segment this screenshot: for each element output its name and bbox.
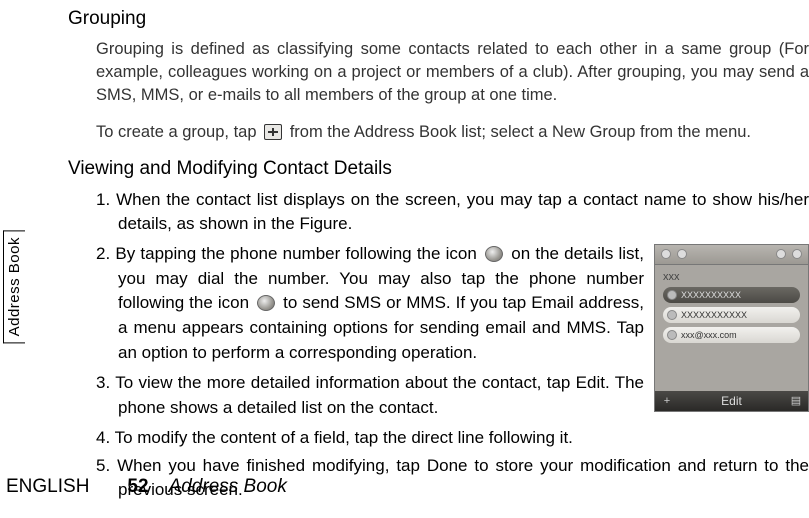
dial-icon — [485, 246, 503, 262]
contact-phone-row-2: XXXXXXXXXXX — [663, 307, 800, 323]
contact-email: xxx@xxx.com — [681, 330, 737, 340]
footer-page-number: 52 — [127, 476, 148, 498]
viewing-item-4: 4. To modify the content of a field, tap… — [96, 426, 809, 450]
add-group-icon — [264, 124, 282, 140]
grouping-para-2-post: from the Address Book list; select a New… — [290, 123, 751, 141]
phone-status-bar — [655, 245, 808, 265]
heading-grouping: Grouping — [68, 8, 809, 30]
contact-name: xxx — [663, 271, 800, 283]
viewing-item-2-and-3: 2. By tapping the phone number following… — [96, 242, 644, 420]
status-dot-icon — [661, 249, 671, 259]
side-tab-address-book: Address Book — [3, 230, 25, 343]
phone-bottom-bar: + Edit ▤ — [655, 391, 808, 411]
viewing-item-2-pre: 2. By tapping the phone number following… — [96, 244, 477, 263]
phone-row-icon — [667, 290, 677, 300]
footer-language: ENGLISH — [6, 476, 89, 498]
contact-phone-row-1: XXXXXXXXXX — [663, 287, 800, 303]
heading-viewing: Viewing and Modifying Contact Details — [68, 158, 809, 180]
status-dot-icon — [776, 249, 786, 259]
page-footer: ENGLISH 52 Address Book — [0, 466, 809, 508]
email-row-icon — [667, 330, 677, 340]
phone-add-icon: + — [659, 393, 675, 409]
grouping-para-1: Grouping is defined as classifying some … — [96, 38, 809, 107]
footer-title: Address Book — [169, 476, 287, 498]
grouping-para-2: To create a group, tap from the Address … — [96, 121, 809, 144]
status-dot-icon — [677, 249, 687, 259]
phone-edit-label: Edit — [721, 394, 742, 408]
phone-row-icon — [667, 310, 677, 320]
viewing-item-2: 2. By tapping the phone number following… — [96, 242, 644, 365]
contact-phone-1: XXXXXXXXXX — [681, 290, 741, 300]
phone-screenshot: xxx XXXXXXXXXX XXXXXXXXXXX xxx@xxx.com — [654, 244, 809, 412]
viewing-item-3: 3. To view the more detailed information… — [96, 371, 644, 420]
viewing-item-1: 1. When the contact list displays on the… — [96, 188, 809, 236]
grouping-para-2-pre: To create a group, tap — [96, 123, 257, 141]
phone-doc-icon: ▤ — [788, 393, 804, 409]
contact-phone-2: XXXXXXXXXXX — [681, 310, 747, 320]
contact-email-row: xxx@xxx.com — [663, 327, 800, 343]
status-dot-icon — [792, 249, 802, 259]
message-icon — [257, 295, 275, 311]
